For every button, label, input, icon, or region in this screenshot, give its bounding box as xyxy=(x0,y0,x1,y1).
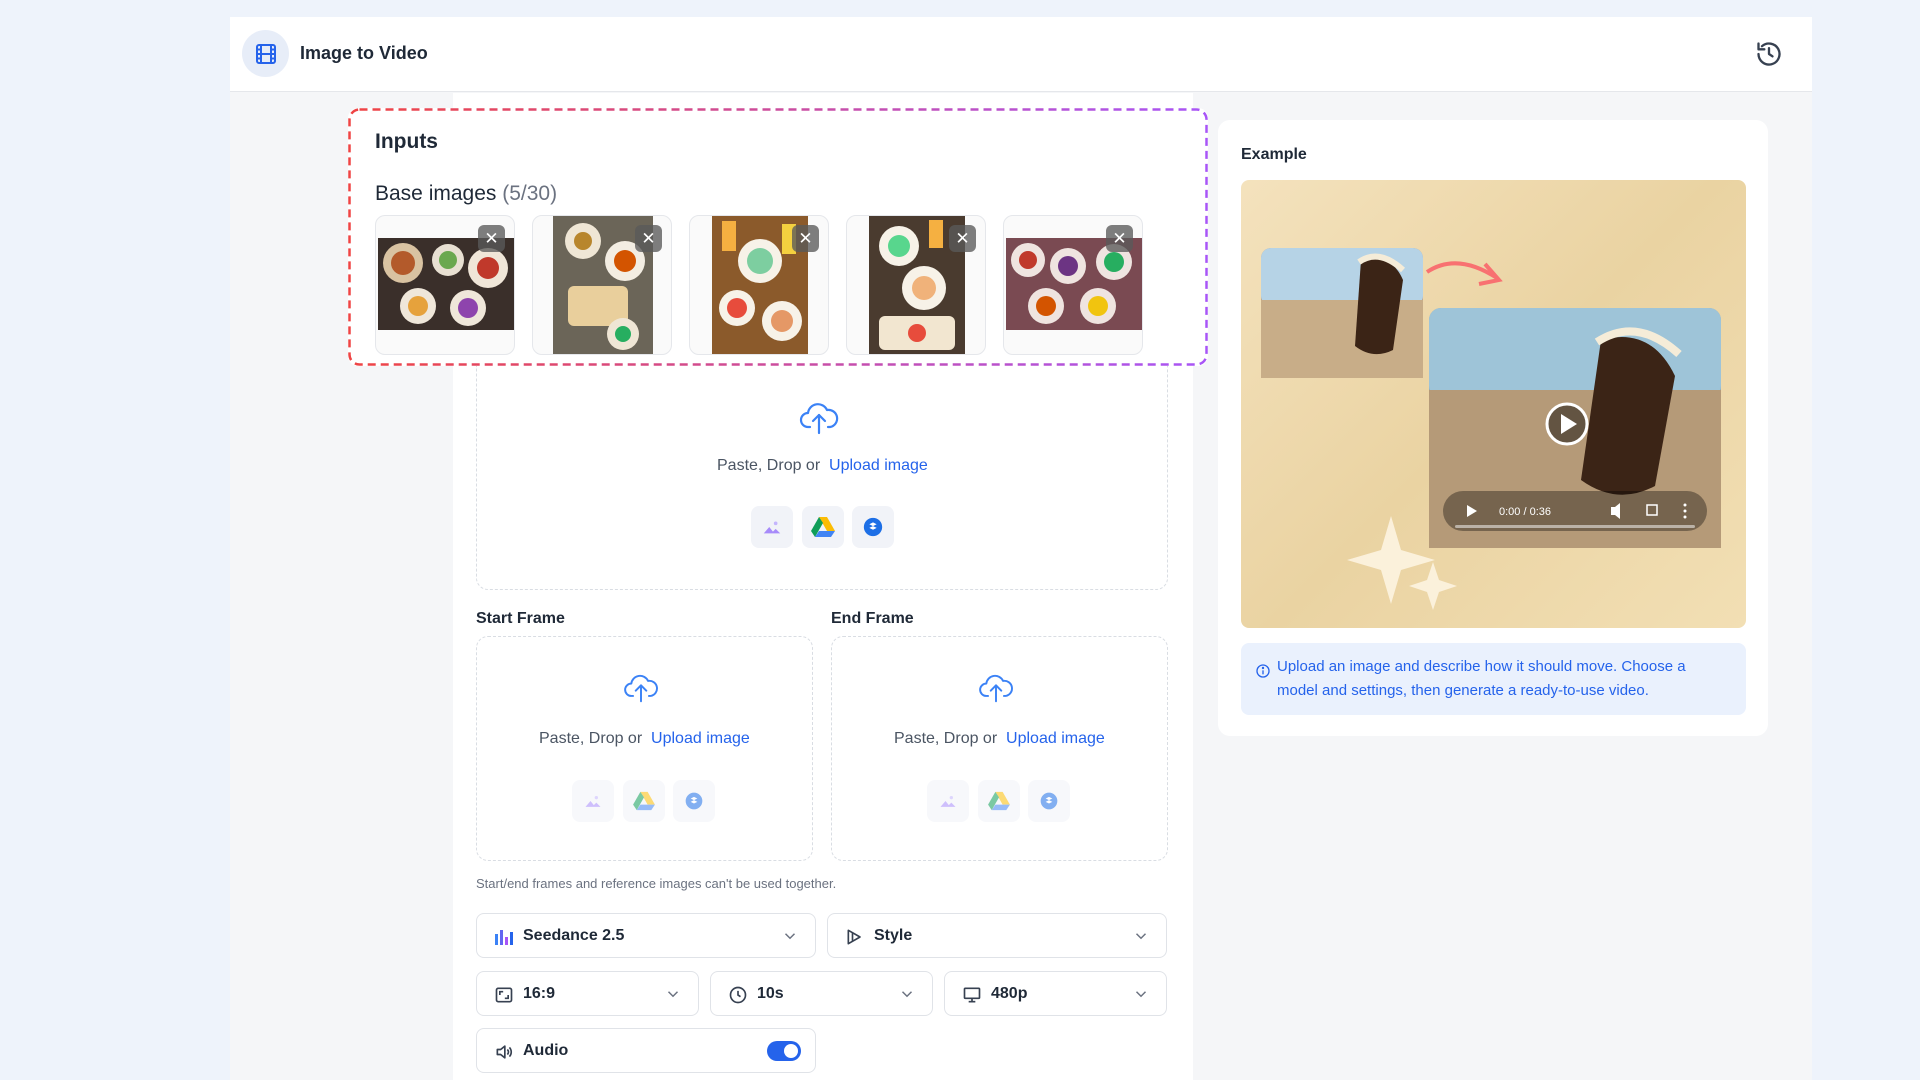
example-illustration: 0:00 / 0:36 xyxy=(1261,248,1721,610)
style-select[interactable]: Style xyxy=(827,913,1167,958)
base-image-dropzone[interactable]: Paste, Drop or Upload image xyxy=(476,366,1168,590)
info-icon xyxy=(1256,664,1270,678)
upload-image-link[interactable]: Upload image xyxy=(651,730,750,747)
dropzone-text: Paste, Drop or Upload image xyxy=(717,457,928,474)
close-icon[interactable]: ✕ xyxy=(949,225,976,252)
cloud-upload-icon xyxy=(978,673,1014,708)
bar-chart-icon xyxy=(493,926,515,948)
upload-image-link[interactable]: Upload image xyxy=(829,457,928,474)
example-title: Example xyxy=(1241,146,1307,163)
food-image-2[interactable]: ✕ xyxy=(532,215,672,355)
aspect-ratio-icon xyxy=(493,984,515,1006)
google-drive-icon[interactable] xyxy=(802,506,844,548)
gallery-icon[interactable] xyxy=(927,780,969,822)
close-icon[interactable]: ✕ xyxy=(1106,225,1133,252)
video-time: 0:00 / 0:36 xyxy=(1499,506,1551,518)
cloud-upload-icon xyxy=(799,401,839,440)
speaker-icon xyxy=(493,1041,515,1063)
duration-select[interactable]: 10s xyxy=(710,971,933,1016)
gallery-icon[interactable] xyxy=(751,506,793,548)
chevron-down-icon xyxy=(1135,991,1147,998)
start-frame-dropzone[interactable]: Paste, Drop or Upload image xyxy=(476,636,813,861)
close-icon[interactable]: ✕ xyxy=(635,225,662,252)
chevron-down-icon xyxy=(667,991,679,998)
food-image-3[interactable]: ✕ xyxy=(689,215,829,355)
close-icon[interactable]: ✕ xyxy=(792,225,819,252)
page-title: Image to Video xyxy=(300,43,428,63)
dropbox-icon[interactable] xyxy=(673,780,715,822)
cloud-upload-icon xyxy=(623,673,659,708)
chevron-down-icon xyxy=(901,991,913,998)
history-icon[interactable] xyxy=(1752,37,1786,71)
info-text: Upload an image and describe how it shou… xyxy=(1277,658,1686,699)
brush-icon xyxy=(844,926,866,948)
food-image-1[interactable]: ✕ xyxy=(375,215,515,355)
example-video[interactable]: 0:00 / 0:36 xyxy=(1241,180,1746,628)
top-bar: Image to Video xyxy=(230,17,1812,92)
chevron-down-icon xyxy=(784,933,796,940)
dropbox-icon[interactable] xyxy=(852,506,894,548)
aspect-ratio-value: 16:9 xyxy=(523,985,556,1002)
inputs-title: Inputs xyxy=(375,130,438,153)
style-value: Style xyxy=(874,927,913,944)
end-frame-dropzone[interactable]: Paste, Drop or Upload image xyxy=(831,636,1168,861)
audio-toggle[interactable] xyxy=(767,1041,801,1061)
resolution-select[interactable]: 480p xyxy=(944,971,1167,1016)
resolution-value: 480p xyxy=(991,985,1028,1002)
gallery-icon[interactable] xyxy=(572,780,614,822)
food-image-5[interactable]: ✕ xyxy=(1003,215,1143,355)
upload-image-link[interactable]: Upload image xyxy=(1006,730,1105,747)
start-frame-label: Start Frame xyxy=(476,610,565,627)
dropbox-icon[interactable] xyxy=(1028,780,1070,822)
info-box: Upload an image and describe how it shou… xyxy=(1241,643,1746,715)
base-images-label: Base images (5/30) xyxy=(375,182,558,205)
chevron-down-icon xyxy=(1135,933,1147,940)
google-drive-icon[interactable] xyxy=(978,780,1020,822)
close-icon[interactable]: ✕ xyxy=(478,225,505,252)
frames-note: Start/end frames and reference images ca… xyxy=(476,876,837,891)
model-value: Seedance 2.5 xyxy=(523,927,625,944)
monitor-icon xyxy=(961,984,983,1006)
end-frame-label: End Frame xyxy=(831,610,914,627)
aspect-ratio-select[interactable]: 16:9 xyxy=(476,971,699,1016)
toggle-knob xyxy=(784,1044,798,1058)
food-image-4[interactable]: ✕ xyxy=(846,215,986,355)
audio-row: Audio xyxy=(476,1028,816,1073)
film-icon xyxy=(242,30,289,77)
clock-icon xyxy=(727,984,749,1006)
dropzone-text: Paste, Drop or Upload image xyxy=(894,730,1105,747)
model-select[interactable]: Seedance 2.5 xyxy=(476,913,816,958)
google-drive-icon[interactable] xyxy=(623,780,665,822)
dropzone-text: Paste, Drop or Upload image xyxy=(539,730,750,747)
audio-label: Audio xyxy=(523,1042,569,1059)
duration-value: 10s xyxy=(757,985,784,1002)
base-images-count: (5/30) xyxy=(502,182,558,205)
